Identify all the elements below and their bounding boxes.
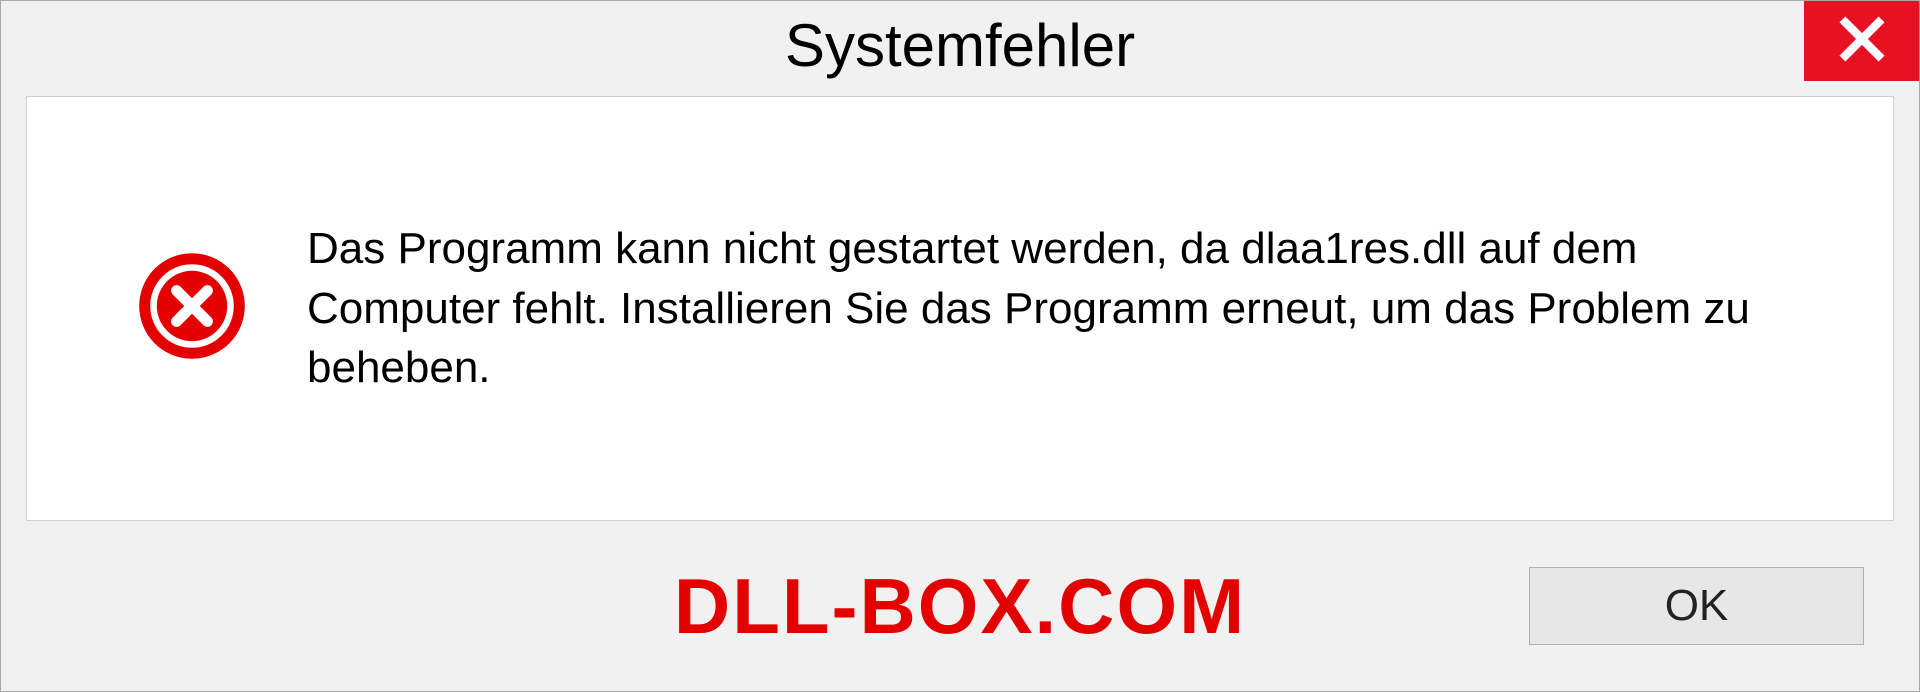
- error-message: Das Programm kann nicht gestartet werden…: [307, 219, 1833, 397]
- dialog-footer: DLL-BOX.COM OK: [1, 521, 1919, 691]
- dialog-title: Systemfehler: [785, 11, 1135, 80]
- error-icon: [137, 251, 247, 366]
- ok-button[interactable]: OK: [1529, 567, 1864, 645]
- titlebar: Systemfehler: [1, 1, 1919, 96]
- content-area: Das Programm kann nicht gestartet werden…: [26, 96, 1894, 521]
- close-icon: [1837, 14, 1887, 69]
- ok-button-label: OK: [1665, 581, 1729, 631]
- close-button[interactable]: [1804, 1, 1919, 81]
- watermark-text: DLL-BOX.COM: [674, 561, 1246, 652]
- error-dialog: Systemfehler Das Programm kann nicht ges…: [0, 0, 1920, 692]
